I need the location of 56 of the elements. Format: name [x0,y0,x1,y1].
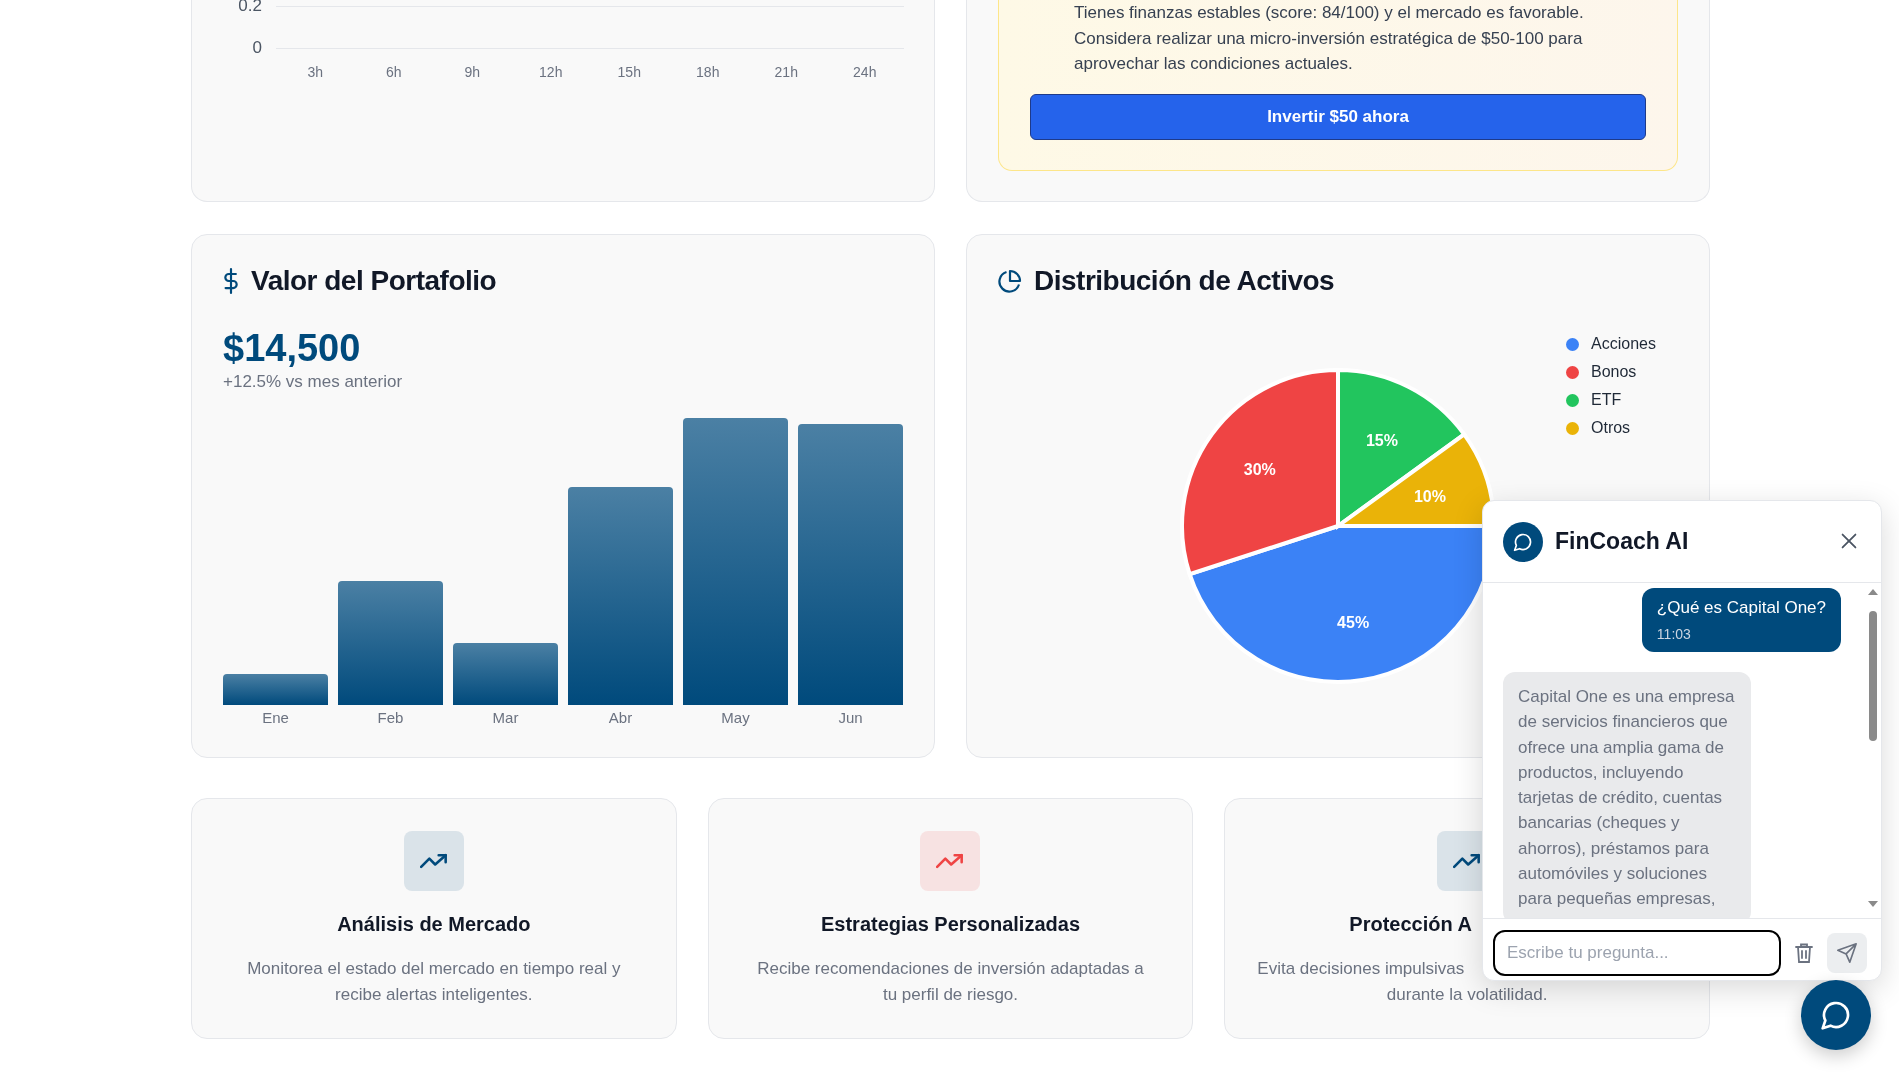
axis-label: 24h [852,64,878,80]
scrollbar[interactable] [1867,587,1879,909]
invest-button[interactable]: Invertir $50 ahora [1030,93,1646,140]
slice-label: 10% [1413,488,1446,506]
feature-description: Evita decisiones impulsivas [1257,958,1465,980]
slice-label: 15% [1365,431,1398,449]
card-title: Valor del Portafolio [251,265,497,297]
legend-label: Otros [1591,419,1631,437]
axis-label: 9h [463,64,482,80]
pie-chart-icon [998,269,1022,293]
send-button[interactable] [1827,932,1867,973]
slice-label: 30% [1243,461,1276,479]
feature-description: Recibe recomendaciones de inversión adaptadas a [757,958,1144,980]
axis-label: 0.2 [237,0,262,16]
feature-title: Protección A [1349,913,1472,936]
assistant-message: Capital One es una empresa de servicios financieros que ofrece una amplia gama de productos, incluyendo tarjetas de crédito, cuentas bancarias (cheques y ahorros), préstamos para automóviles y soluciones para pequeñas empresas, [1503,672,1751,918]
month-label: Jun [837,709,864,726]
message-text: ¿Qué es Capital One? [1656,598,1826,618]
legend-label: Acciones [1591,335,1656,353]
portfolio-value: $14,500 [223,327,362,370]
feature-description: tu perfil de riesgo. [882,983,1019,1006]
axis-label: 6h [384,64,403,80]
chat-button[interactable] [1801,980,1871,1050]
month-label: Ene [261,709,290,726]
feature-description: Monitorea el estado del mercado en tiempo real y [247,958,621,980]
feature-description: recibe alertas inteligentes. [335,983,533,1006]
chat-icon [1513,531,1533,552]
question-input[interactable]: Escribe tu pregunta... [1493,929,1781,976]
feature-title: Estrategias Personalizadas [821,913,1080,936]
legend-label: Bonos [1591,363,1637,381]
trash-icon[interactable] [1793,941,1815,964]
feature-title: Análisis de Mercado [337,913,531,936]
axis-label: 18h [695,64,721,80]
axis-label: 0 [251,38,262,58]
card-title: Distribución de Activos [1034,265,1335,297]
axis-label: 15h [616,64,642,80]
axis-label: 12h [538,64,564,80]
axis-label: 21h [773,64,799,80]
trending-up-icon [936,852,965,870]
month-label: Abr [607,709,634,726]
chat-title: FinCoach AI [1555,528,1689,555]
month-label: Feb [376,709,405,726]
dollar-icon [223,268,239,294]
trending-up-icon [1453,852,1482,870]
recommendation-text: Tienes finanzas estables (score: 84/100) y el mercado es favorable. Considera realizar una micro-inversión estratégica de $50-100 para aprovechar las condiciones actuales. [1074,2,1585,75]
change-text: +12.5% vs mes anterior [223,372,404,392]
month-label: Mar [491,709,520,726]
trending-up-icon [419,852,448,870]
message-time: 11:03 [1656,626,1692,642]
feature-description: durante la volatilidad. [1386,983,1548,1006]
legend-label: ETF [1591,391,1622,409]
chat-icon [1820,999,1852,1031]
slice-label: 45% [1337,613,1370,631]
send-icon[interactable] [1836,941,1858,964]
axis-label: 3h [306,64,325,80]
month-label: May [720,709,751,726]
